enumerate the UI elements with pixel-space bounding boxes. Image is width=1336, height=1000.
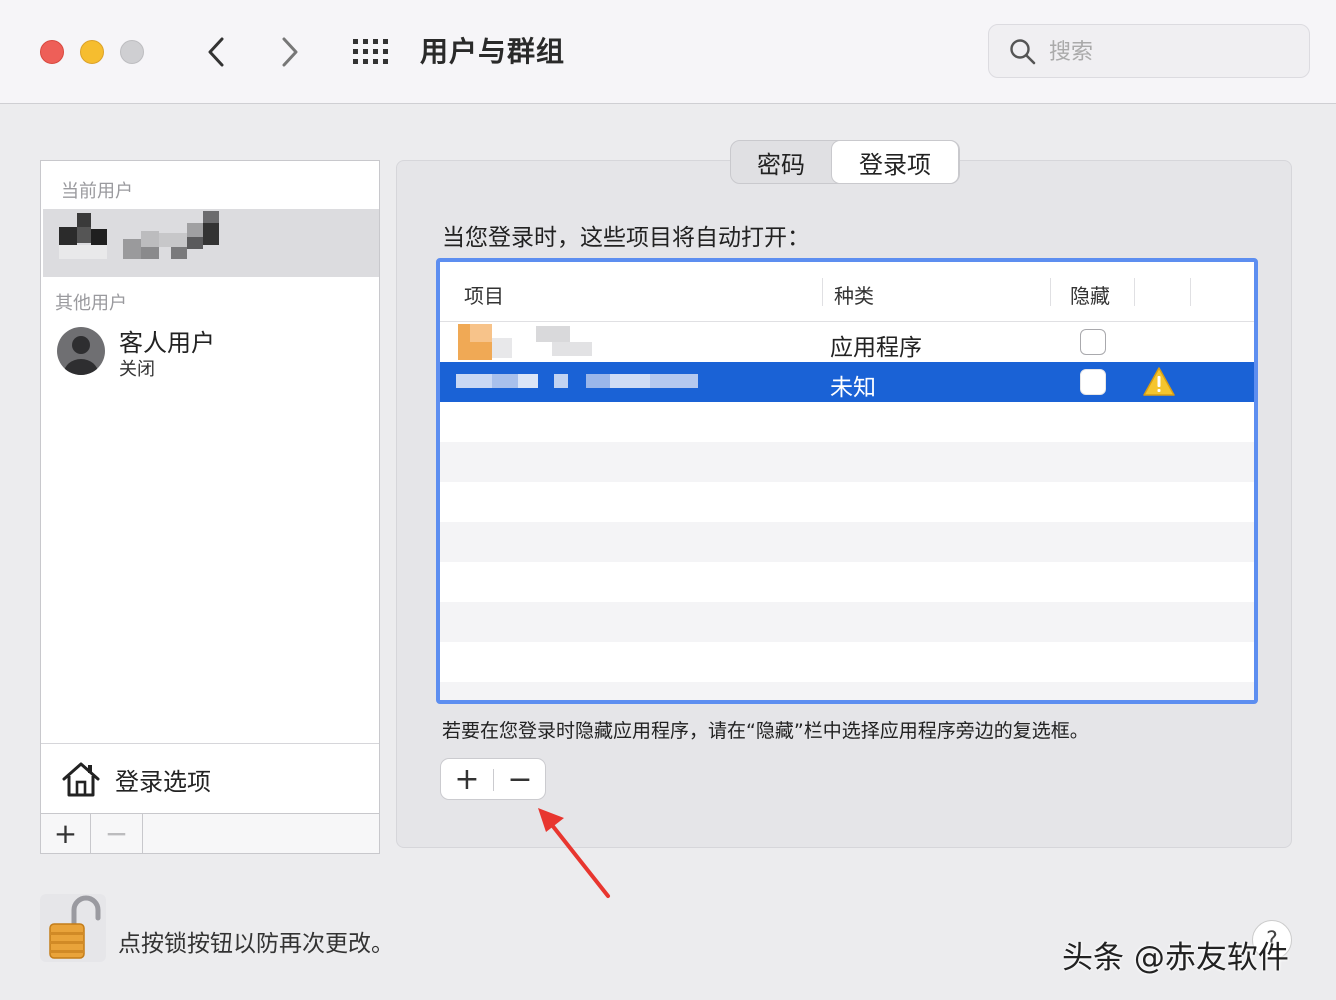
table-row[interactable]: 应用程序	[440, 322, 1254, 362]
hide-checkbox[interactable]	[1080, 329, 1106, 355]
empty-row	[440, 642, 1254, 682]
system-preferences-window: 用户与群组 当前用户	[0, 0, 1336, 1000]
chevron-left-icon	[208, 37, 224, 67]
minimize-window-button[interactable]	[80, 40, 104, 64]
add-login-item-button[interactable]: +	[441, 759, 493, 799]
empty-row	[440, 562, 1254, 602]
empty-row	[440, 682, 1254, 700]
empty-row	[440, 402, 1254, 442]
user-list: 当前用户 其他用户 客人用户 关闭 登录选项 + −	[40, 160, 380, 854]
tab-password[interactable]: 密码	[731, 141, 831, 183]
guest-user-item[interactable]: 客人用户 关闭	[55, 321, 355, 381]
login-items-description: 当您登录时，这些项目将自动打开：	[442, 225, 810, 251]
empty-row	[440, 522, 1254, 562]
remove-user-button[interactable]: −	[91, 814, 143, 853]
hide-checkbox[interactable]	[1080, 369, 1106, 395]
column-header-hide[interactable]: 隐藏	[1070, 280, 1110, 309]
login-options-label: 登录选项	[115, 768, 211, 796]
empty-row	[440, 442, 1254, 482]
table-header: 项目 种类 隐藏	[440, 262, 1254, 322]
annotation-arrow-icon	[538, 808, 610, 898]
user-list-buttons: + −	[41, 813, 379, 853]
home-icon	[62, 762, 100, 797]
remove-login-item-button[interactable]: −	[494, 759, 546, 799]
login-items-table: 项目 种类 隐藏 应用程序 未知	[436, 258, 1258, 704]
login-items-buttons: + −	[440, 758, 546, 800]
hide-instructions-note: 若要在您登录时隐藏应用程序，请在“隐藏”栏中选择应用程序旁边的复选框。	[442, 720, 1089, 742]
window-title: 用户与群组	[420, 35, 566, 68]
lock-status-text: 点按锁按钮以防再次更改。	[118, 931, 394, 957]
column-divider	[1134, 278, 1135, 306]
title-bar: 用户与群组	[0, 0, 1336, 104]
search-input[interactable]	[1049, 35, 1289, 69]
lock-button[interactable]	[40, 894, 106, 962]
guest-user-status: 关闭	[119, 359, 155, 380]
table-row-selected[interactable]: 未知	[440, 362, 1254, 402]
column-divider	[1050, 278, 1051, 306]
tab-login-items[interactable]: 登录项	[831, 140, 959, 184]
zoom-window-button[interactable]	[120, 40, 144, 64]
guest-avatar	[57, 327, 105, 375]
login-options-item[interactable]: 登录选项	[41, 743, 379, 813]
watermark: 头条 @赤友软件	[1062, 940, 1289, 976]
kind-cell: 应用程序	[830, 335, 922, 361]
warning-icon	[1143, 367, 1175, 396]
search-icon	[1010, 39, 1036, 65]
tab-control: 密码 登录项	[730, 140, 960, 184]
add-user-button[interactable]: +	[41, 814, 91, 853]
column-divider	[1190, 278, 1191, 306]
show-all-grid-icon[interactable]	[352, 38, 390, 66]
column-header-item[interactable]: 项目	[464, 280, 504, 309]
other-users-section-label: 其他用户	[55, 293, 127, 314]
close-window-button[interactable]	[40, 40, 64, 64]
unlocked-padlock-icon	[49, 895, 101, 959]
empty-row	[440, 602, 1254, 642]
guest-user-name: 客人用户	[119, 329, 215, 357]
empty-row	[440, 482, 1254, 522]
user-silhouette-icon	[64, 336, 98, 375]
search-field[interactable]	[988, 24, 1310, 78]
forward-button[interactable]	[270, 32, 310, 72]
current-user-section-label: 当前用户	[61, 181, 133, 202]
chevron-right-icon	[282, 37, 298, 67]
back-button[interactable]	[196, 32, 236, 72]
kind-cell: 未知	[830, 375, 876, 401]
column-header-kind[interactable]: 种类	[834, 280, 874, 309]
column-divider	[822, 278, 823, 306]
current-user-item[interactable]	[43, 209, 379, 277]
